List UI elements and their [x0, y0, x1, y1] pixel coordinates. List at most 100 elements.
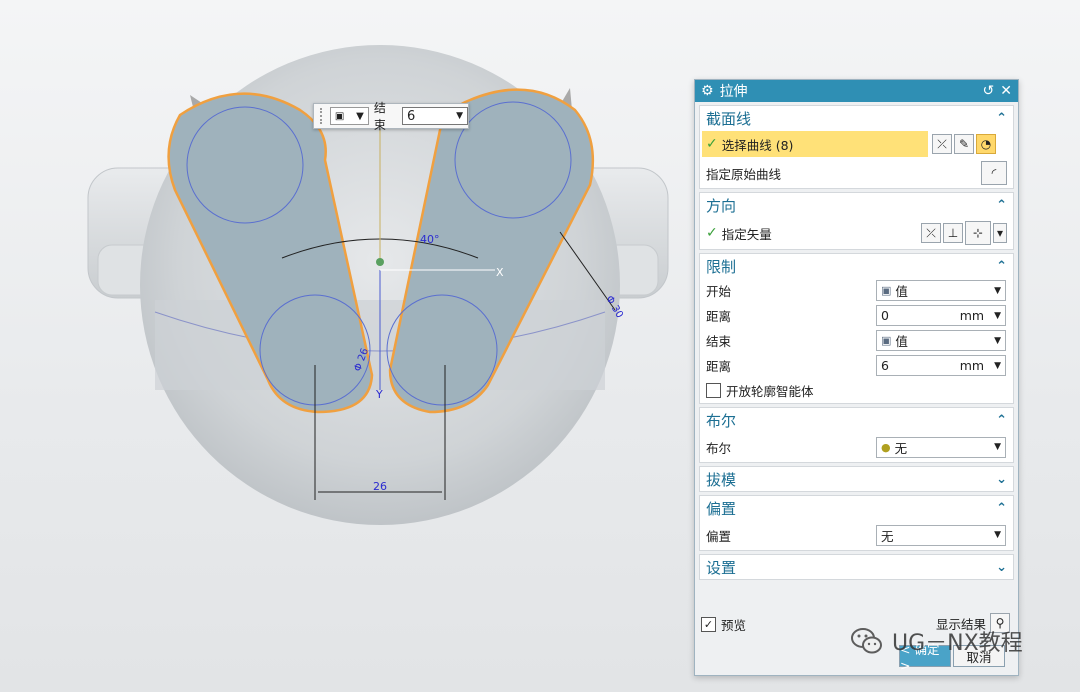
vector-dialog-button[interactable]: ⊥: [943, 223, 963, 243]
specify-original-row[interactable]: 指定原始曲线 ◜: [700, 158, 1013, 188]
check-icon: ✓: [706, 136, 718, 152]
select-curve-row[interactable]: ✓ 选择曲线 (8) ⤫ ✎ ◔: [700, 130, 1013, 158]
chevron-down-icon: ▼: [994, 442, 1001, 452]
wechat-icon: [851, 628, 882, 654]
offset-select[interactable]: 无 ▼: [876, 524, 1006, 546]
limits-title: 限制: [706, 257, 737, 276]
original-curve-button[interactable]: ◜: [981, 161, 1007, 185]
collapse-icon[interactable]: ⌃: [996, 111, 1007, 126]
preview-checkbox[interactable]: ✓: [701, 617, 716, 632]
chevron-down-icon: ▼: [994, 335, 1001, 346]
offset-group: 偏置 ⌃ 偏置 无 ▼: [699, 495, 1014, 551]
grip-handle[interactable]: [320, 108, 325, 124]
settings-header[interactable]: 设置 ⌄: [700, 555, 1013, 579]
offset-header[interactable]: 偏置 ⌃: [700, 496, 1013, 520]
open-profile-checkbox[interactable]: [706, 383, 721, 398]
section-curve-group: 截面线 ⌃ ✓ 选择曲线 (8) ⤫ ✎ ◔ 指定原始曲线 ◜: [699, 105, 1014, 189]
width-dimension-text[interactable]: 26: [373, 480, 387, 493]
collapse-icon[interactable]: ⌃: [996, 198, 1007, 213]
chevron-down-icon: ▼: [994, 530, 1001, 540]
cube-icon: ▣: [334, 110, 345, 122]
offset-row: 偏置 无 ▼: [700, 520, 1013, 550]
boolean-title: 布尔: [706, 411, 737, 430]
start-distance-value: 0: [881, 308, 889, 323]
settings-title: 设置: [706, 558, 737, 577]
end-distance-input[interactable]: 6 mm ▼: [876, 355, 1006, 376]
expand-icon[interactable]: ⌄: [996, 560, 1007, 575]
dialog-title: 拉伸: [719, 84, 748, 100]
gear-icon: ⚙: [701, 83, 714, 99]
offset-value: 无: [881, 528, 894, 544]
start-type-value: 值: [895, 284, 908, 299]
boolean-group: 布尔 ⌃ 布尔 ● 无 ▼: [699, 407, 1014, 463]
collapse-icon[interactable]: ⌃: [996, 501, 1007, 516]
sketch-section-button[interactable]: ✎: [954, 134, 974, 154]
cube-icon: ▣: [881, 334, 892, 347]
chevron-down-icon[interactable]: ▾: [993, 223, 1007, 243]
end-type-select[interactable]: ▣ 值 ▼: [876, 330, 1006, 351]
limits-header[interactable]: 限制 ⌃: [700, 254, 1013, 278]
collapse-icon[interactable]: ⌃: [996, 413, 1007, 428]
end-value-text: 6: [407, 108, 416, 124]
reverse-direction-button[interactable]: ⤫: [921, 223, 941, 243]
check-icon: ✓: [706, 225, 718, 241]
offset-title: 偏置: [706, 499, 737, 518]
draft-title: 拔模: [706, 470, 737, 489]
open-profile-label: 开放轮廓智能体: [726, 384, 814, 399]
angle-dimension-text[interactable]: 40°: [420, 233, 440, 246]
extrude-dialog: ⚙ 拉伸 ↺ ✕ 截面线 ⌃ ✓ 选择曲线 (8) ⤫ ✎ ◔ 指定原始曲线 ◜…: [694, 79, 1019, 676]
deselect-curve-button[interactable]: ⤫: [932, 134, 952, 154]
specify-vector-row[interactable]: ✓ 指定矢量 ⤫ ⊥ ⊹ ▾: [700, 217, 1013, 249]
boolean-value: 无: [894, 440, 908, 456]
direction-group: 方向 ⌃ ✓ 指定矢量 ⤫ ⊥ ⊹ ▾: [699, 192, 1014, 250]
end-type-value: 值: [895, 334, 908, 349]
watermark: UG－NX教程: [850, 625, 1023, 657]
section-curve-header[interactable]: 截面线 ⌃: [700, 106, 1013, 130]
specify-vector-label: 指定矢量: [721, 226, 772, 242]
expand-icon[interactable]: ⌄: [996, 472, 1007, 487]
end-row: 结束 ▣ 值 ▼: [700, 328, 1013, 353]
settings-group: 设置 ⌄: [699, 554, 1014, 580]
draft-header[interactable]: 拔模 ⌄: [700, 467, 1013, 491]
cube-icon: ▣: [881, 284, 892, 297]
dialog-titlebar[interactable]: ⚙ 拉伸 ↺ ✕: [695, 80, 1018, 102]
watermark-text: UG－NX教程: [892, 631, 1023, 656]
boolean-row: 布尔 ● 无 ▼: [700, 432, 1013, 462]
chevron-down-icon[interactable]: ▼: [994, 311, 1001, 321]
open-profile-row[interactable]: 开放轮廓智能体: [700, 378, 1013, 403]
unit-label: mm: [959, 308, 985, 323]
mini-toolbar: ▣ ▼ 结束 6 ▼: [313, 101, 469, 132]
end-distance-row: 距离 6 mm ▼: [700, 353, 1013, 378]
collapse-icon[interactable]: ⌃: [996, 259, 1007, 274]
axis-x-label: X: [496, 266, 504, 279]
end-distance-value: 6: [881, 358, 889, 373]
limits-group: 限制 ⌃ 开始 ▣ 值 ▼ 距离 0 mm ▼ 结束 ▣ 值 ▼ 距离 6 mm…: [699, 253, 1014, 404]
preview-row[interactable]: ✓ 预览: [701, 615, 746, 634]
specify-original-label: 指定原始曲线: [706, 166, 782, 182]
section-curve-title: 截面线: [706, 109, 752, 128]
reset-icon[interactable]: ↺: [983, 83, 995, 99]
chevron-down-icon[interactable]: ▼: [994, 361, 1001, 371]
select-curve-label: 选择曲线 (8): [721, 137, 794, 153]
start-distance-row: 距离 0 mm ▼: [700, 303, 1013, 328]
start-distance-input[interactable]: 0 mm ▼: [876, 305, 1006, 326]
axis-y-label: Y: [375, 388, 383, 401]
boolean-select[interactable]: ● 无 ▼: [876, 436, 1006, 458]
preview-label: 预览: [721, 618, 747, 633]
chevron-down-icon: ▼: [994, 285, 1001, 296]
close-icon[interactable]: ✕: [1000, 83, 1012, 99]
boolean-header[interactable]: 布尔 ⌃: [700, 408, 1013, 432]
direction-header[interactable]: 方向 ⌃: [700, 193, 1013, 217]
boolean-none-icon: ●: [881, 440, 891, 454]
mini-toolbar-label: 结束: [373, 101, 386, 132]
curve-select-button[interactable]: ◔: [976, 134, 996, 154]
start-type-select[interactable]: ▣ 值 ▼: [876, 280, 1006, 301]
unit-label: mm: [959, 358, 985, 373]
chevron-down-icon[interactable]: ▼: [456, 111, 463, 121]
end-value-input[interactable]: 6 ▼: [402, 107, 468, 125]
limit-type-dropdown[interactable]: ▣ ▼: [329, 107, 369, 125]
chevron-down-icon: ▼: [356, 110, 364, 122]
start-row: 开始 ▣ 值 ▼: [700, 278, 1013, 303]
origin-handle[interactable]: [376, 258, 384, 266]
vector-axis-button[interactable]: ⊹: [965, 221, 991, 245]
